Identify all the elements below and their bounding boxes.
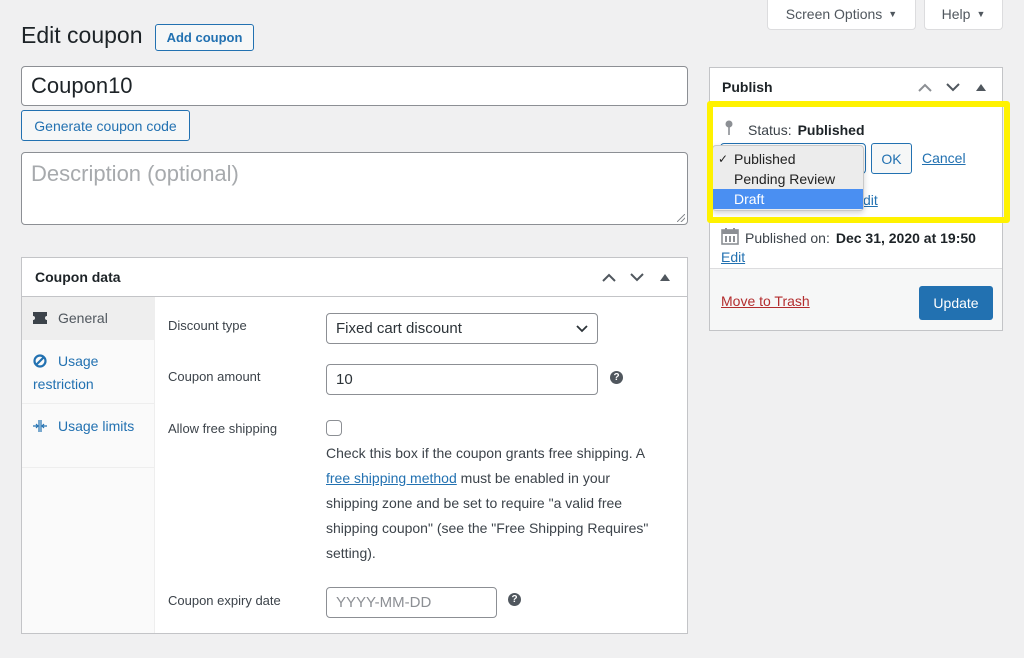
caret-down-icon: ▼ [888,8,898,19]
move-up-icon[interactable] [600,268,618,286]
status-option-published[interactable]: ✓ Published [713,149,863,169]
coupon-data-title: Coupon data [35,269,121,285]
collapse-toggle-icon[interactable] [972,78,990,96]
free-shipping-checkbox[interactable] [326,420,342,436]
free-shipping-desc-part1: Check this box if the coupon grants free… [326,445,645,461]
tab-usage-restriction[interactable]: Usage restriction [22,340,154,404]
published-on-label: Published on: [745,229,830,246]
screen-options-button[interactable]: Screen Options ▼ [767,0,916,30]
move-down-icon[interactable] [628,268,646,286]
visibility-edit-link[interactable]: dit [863,192,878,208]
chevron-down-icon [576,320,588,337]
ticket-icon [33,312,53,324]
tab-usage-limits-label: Usage limits [58,418,135,434]
status-option-label: Published [734,151,796,167]
publish-header: Publish [710,68,1002,106]
published-on-edit-link[interactable]: Edit [721,249,745,265]
description-textarea[interactable]: Description (optional) [21,152,688,225]
free-shipping-method-link[interactable]: free shipping method [326,470,457,486]
resize-handle-icon[interactable] [677,214,685,222]
published-on-value: Dec 31, 2020 at 19:50 [835,229,976,246]
discount-type-value: Fixed cart discount [336,320,462,337]
expiry-date-label: Coupon expiry date [168,593,281,608]
published-on-row: Published on: Dec 31, 2020 at 19:50 [721,227,976,248]
expiry-date-input[interactable]: YYYY-MM-DD [326,587,497,618]
generate-coupon-code-button[interactable]: Generate coupon code [21,110,190,141]
limits-icon [33,414,58,438]
free-shipping-label: Allow free shipping [168,421,278,436]
move-up-icon[interactable] [916,78,934,96]
coupon-data-header: Coupon data [22,258,687,297]
help-tip-icon[interactable]: ? [610,371,623,384]
checkmark-icon: ✓ [718,152,729,166]
expiry-date-placeholder: YYYY-MM-DD [336,594,432,611]
page-title: Edit coupon [21,22,143,48]
tab-usage-limits[interactable]: Usage limits [22,404,154,468]
screen-options-label: Screen Options [785,5,883,22]
status-option-label: Pending Review [734,171,836,187]
block-icon [33,350,58,374]
publish-title: Publish [722,79,773,95]
help-tip-icon[interactable]: ? [508,593,521,606]
status-option-pending-review[interactable]: Pending Review [713,169,863,189]
collapse-toggle-icon[interactable] [656,268,674,286]
move-to-trash-link[interactable]: Move to Trash [721,293,810,309]
calendar-icon [721,227,739,248]
status-row: Status: Published [724,120,865,139]
help-button[interactable]: Help ▼ [924,0,1003,30]
coupon-amount-input[interactable]: 10 [326,364,598,395]
status-cancel-link[interactable]: Cancel [922,150,966,166]
help-label: Help [941,5,971,22]
move-down-icon[interactable] [944,78,962,96]
status-ok-button[interactable]: OK [871,143,912,174]
update-button[interactable]: Update [919,286,993,320]
status-value: Published [797,121,865,138]
status-option-draft[interactable]: Draft [713,189,863,209]
tab-general[interactable]: General [22,297,154,340]
status-option-label: Draft [734,191,765,207]
status-dropdown-menu: ✓ Published Pending Review Draft [712,145,864,211]
pin-icon [724,120,734,139]
caret-down-icon: ▼ [976,8,986,19]
coupon-data-panel: Coupon data General Usage restriction Us… [21,257,688,634]
discount-type-label: Discount type [168,318,247,333]
add-coupon-button[interactable]: Add coupon [155,24,254,51]
free-shipping-description: Check this box if the coupon grants free… [326,441,666,566]
coupon-code-input[interactable]: Coupon10 [21,66,688,106]
description-placeholder: Description (optional) [31,161,239,186]
discount-type-select[interactable]: Fixed cart discount [326,313,598,344]
coupon-data-tabs: General Usage restriction Usage limits [22,297,155,633]
tab-general-label: General [58,309,108,326]
coupon-amount-label: Coupon amount [168,369,261,384]
status-label: Status: [748,121,792,138]
